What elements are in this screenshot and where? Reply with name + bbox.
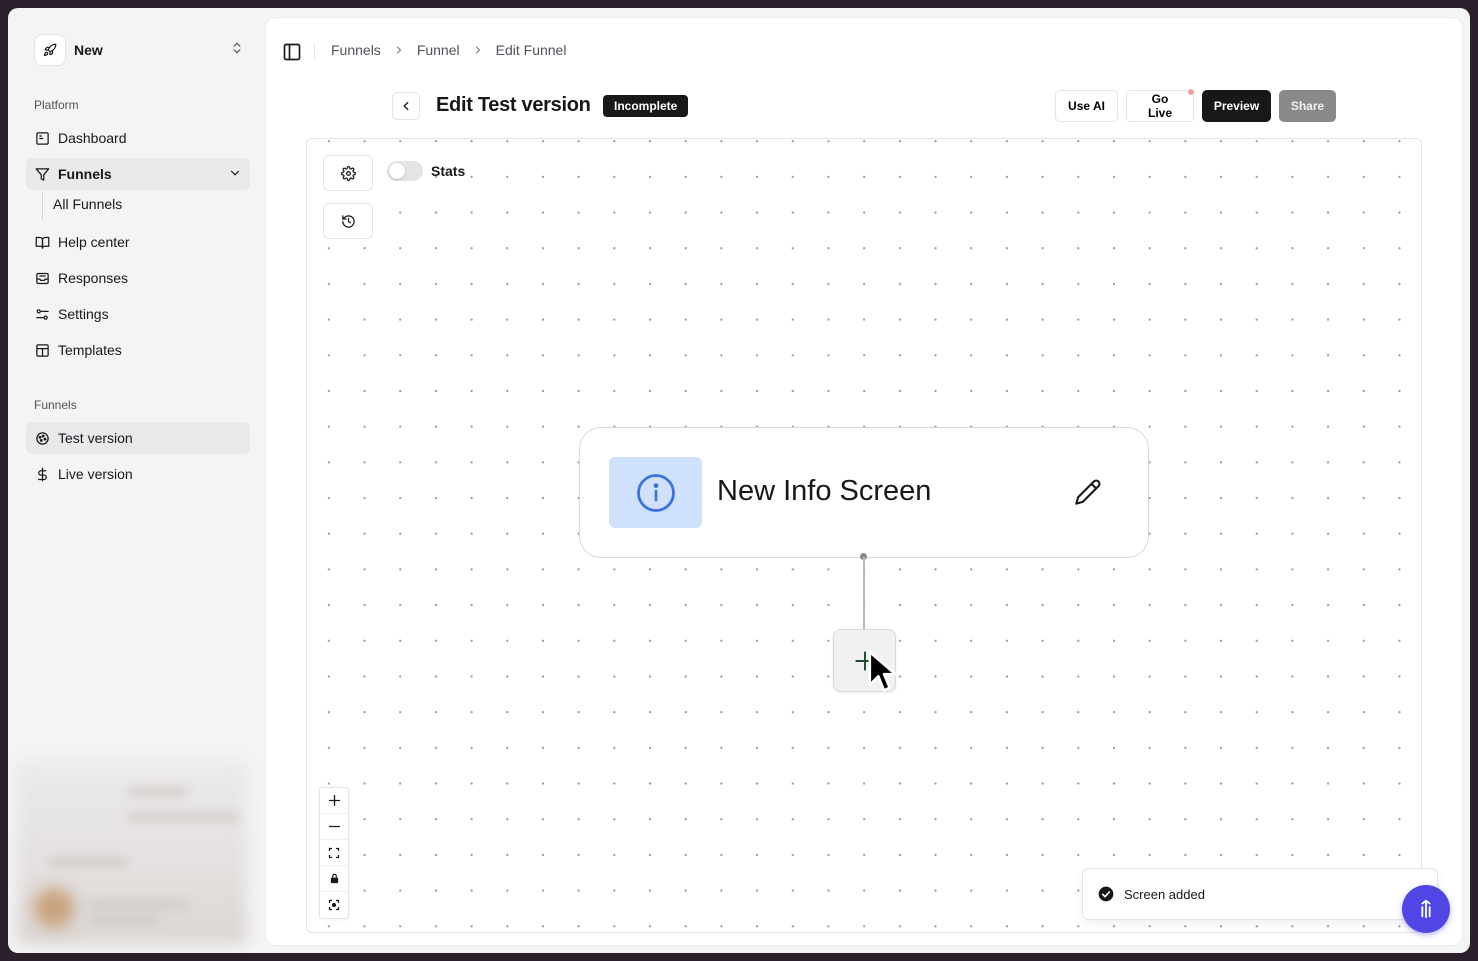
app-window: New Platform Dashboard Funnels All Funne…	[8, 8, 1470, 953]
breadcrumb-funnels[interactable]: Funnels	[331, 42, 381, 58]
status-badge: Incomplete	[603, 95, 689, 117]
stats-toggle[interactable]	[387, 161, 423, 181]
sidebar-item-responses[interactable]: Responses	[26, 262, 250, 294]
canvas-settings-button[interactable]	[323, 155, 373, 191]
chevron-right-icon	[472, 44, 484, 56]
dashboard-icon	[34, 130, 50, 146]
notification-dot	[1188, 89, 1194, 95]
blurred-text	[128, 813, 238, 821]
add-screen-button[interactable]	[833, 629, 896, 692]
stats-label: Stats	[431, 163, 466, 179]
sidebar-item-help-center[interactable]: Help center	[26, 226, 250, 258]
platform-group-label: Platform	[34, 98, 79, 112]
sidebar: New Platform Dashboard Funnels All Funne…	[8, 8, 258, 953]
focus-icon[interactable]	[320, 892, 348, 918]
breadcrumb: Funnels Funnel Edit Funnel	[331, 42, 566, 58]
use-ai-button[interactable]: Use AI	[1055, 90, 1118, 122]
chevron-right-icon	[393, 44, 405, 56]
blurred-text	[48, 858, 128, 866]
toggle-knob	[389, 163, 405, 179]
connection-edge	[863, 557, 865, 629]
share-button[interactable]: Share	[1279, 90, 1336, 122]
dollar-icon	[34, 466, 50, 482]
book-icon	[34, 234, 50, 250]
inbox-icon	[34, 270, 50, 286]
sidebar-item-label: Dashboard	[58, 130, 127, 146]
check-circle-icon	[1098, 886, 1114, 902]
go-live-button[interactable]: Go Live	[1126, 90, 1194, 122]
breadcrumb-edit-funnel: Edit Funnel	[495, 42, 567, 58]
gear-icon	[340, 165, 356, 181]
team-switcher[interactable]: New	[26, 28, 252, 72]
divider	[314, 43, 315, 59]
sidebar-item-live-version[interactable]: Live version	[26, 458, 250, 490]
screen-node[interactable]: New Info Screen	[579, 427, 1149, 558]
sliders-icon	[34, 306, 50, 322]
blurred-text	[128, 788, 188, 796]
sidebar-item-settings[interactable]: Settings	[26, 298, 250, 330]
avatar	[34, 888, 74, 928]
sidebar-item-label: Live version	[58, 466, 133, 482]
rocket-icon	[34, 34, 66, 66]
node-title: New Info Screen	[717, 475, 932, 507]
funnels-submenu: All Funnels	[42, 192, 250, 220]
sidebar-item-label: Responses	[58, 270, 129, 286]
lock-icon[interactable]	[320, 866, 348, 892]
sidebar-item-dashboard[interactable]: Dashboard	[26, 122, 250, 154]
team-name: New	[74, 42, 103, 58]
zoom-controls	[319, 787, 349, 919]
preview-button[interactable]: Preview	[1202, 90, 1271, 122]
history-button[interactable]	[323, 203, 373, 239]
sidebar-item-templates[interactable]: Templates	[26, 334, 250, 366]
sidebar-item-funnels[interactable]: Funnels	[26, 158, 250, 190]
blurred-text	[88, 916, 158, 924]
flow-canvas[interactable]: Stats New Info Screen	[306, 138, 1422, 933]
zoom-in-icon[interactable]	[320, 788, 348, 814]
chat-icon	[1421, 899, 1431, 919]
funnels-group-label: Funnels	[34, 398, 77, 412]
layout-icon	[34, 342, 50, 358]
chevron-left-icon	[403, 101, 409, 111]
sidebar-toggle-icon[interactable]	[280, 40, 304, 64]
sidebar-subitem-all-funnels[interactable]: All Funnels	[53, 196, 122, 212]
sidebar-item-label: Settings	[58, 306, 109, 322]
toast-notification: Screen added	[1082, 868, 1438, 920]
info-icon	[609, 457, 702, 528]
sidebar-item-label: Test version	[58, 430, 133, 446]
filter-icon	[34, 166, 50, 182]
main-panel: Funnels Funnel Edit Funnel Edit Test ver…	[266, 18, 1462, 945]
breadcrumb-funnel[interactable]: Funnel	[417, 42, 460, 58]
page-title: Edit Test version	[436, 94, 591, 116]
sidebar-item-label: Funnels	[58, 166, 112, 182]
history-icon	[341, 214, 355, 228]
plus-icon	[854, 650, 875, 671]
chevrons-up-down-icon	[230, 41, 244, 60]
sidebar-item-test-version[interactable]: Test version	[26, 422, 250, 454]
sidebar-item-label: Help center	[58, 234, 130, 250]
chevron-down-icon[interactable]	[228, 166, 242, 183]
sidebar-item-label: Templates	[58, 342, 122, 358]
toast-message: Screen added	[1124, 886, 1205, 902]
flask-icon	[34, 430, 50, 446]
pencil-icon[interactable]	[1072, 476, 1104, 508]
back-button[interactable]	[392, 92, 420, 120]
fit-view-icon[interactable]	[320, 840, 348, 866]
help-chat-button[interactable]	[1402, 885, 1450, 933]
blurred-text	[88, 901, 188, 909]
zoom-out-icon[interactable]	[320, 814, 348, 840]
